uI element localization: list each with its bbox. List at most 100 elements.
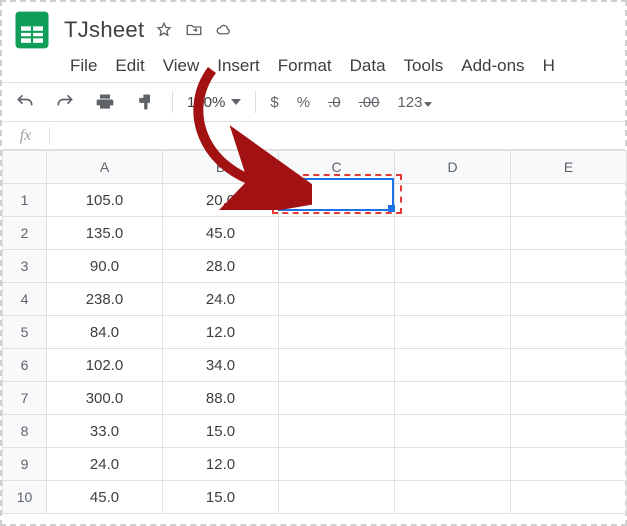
cell-E4[interactable] (511, 283, 627, 316)
column-header-row: A B C D E (3, 151, 627, 184)
zoom-selector[interactable]: 100% (187, 94, 241, 111)
increase-decimal[interactable]: .00 (359, 94, 380, 111)
select-all-corner[interactable] (3, 151, 47, 184)
app-header: TJsheet File Edit View Insert Format Dat… (2, 2, 625, 82)
cell-E7[interactable] (511, 382, 627, 415)
cell-C3[interactable] (279, 250, 395, 283)
grid-table: A B C D E 1105.020.02135.045.0390.028.04… (2, 150, 627, 514)
menu-view[interactable]: View (163, 56, 200, 76)
row-header[interactable]: 3 (3, 250, 47, 283)
col-header-C[interactable]: C (279, 151, 395, 184)
cell-A2[interactable]: 135.0 (47, 217, 163, 250)
sheets-logo-icon[interactable] (10, 8, 54, 52)
row-header[interactable]: 10 (3, 481, 47, 514)
menu-addons[interactable]: Add-ons (461, 56, 524, 76)
cell-B4[interactable]: 24.0 (163, 283, 279, 316)
cell-D8[interactable] (395, 415, 511, 448)
menu-file[interactable]: File (70, 56, 97, 76)
cell-D3[interactable] (395, 250, 511, 283)
menu-help[interactable]: H (543, 56, 555, 76)
cell-A3[interactable]: 90.0 (47, 250, 163, 283)
formula-input[interactable] (50, 122, 625, 149)
cell-A10[interactable]: 45.0 (47, 481, 163, 514)
redo-icon[interactable] (52, 89, 78, 115)
cell-D10[interactable] (395, 481, 511, 514)
cell-C9[interactable] (279, 448, 395, 481)
menu-format[interactable]: Format (278, 56, 332, 76)
cell-A8[interactable]: 33.0 (47, 415, 163, 448)
document-title[interactable]: TJsheet (64, 17, 144, 43)
spreadsheet-grid[interactable]: A B C D E 1105.020.02135.045.0390.028.04… (2, 150, 625, 514)
row-header[interactable]: 1 (3, 184, 47, 217)
row-header[interactable]: 2 (3, 217, 47, 250)
fx-icon: fx (2, 127, 50, 145)
cell-D1[interactable] (395, 184, 511, 217)
cell-E1[interactable] (511, 184, 627, 217)
cell-E2[interactable] (511, 217, 627, 250)
cell-B7[interactable]: 88.0 (163, 382, 279, 415)
cell-E6[interactable] (511, 349, 627, 382)
cell-B8[interactable]: 15.0 (163, 415, 279, 448)
menu-edit[interactable]: Edit (115, 56, 144, 76)
cell-B9[interactable]: 12.0 (163, 448, 279, 481)
decrease-decimal[interactable]: .0 (328, 94, 341, 111)
col-header-B[interactable]: B (163, 151, 279, 184)
cell-E10[interactable] (511, 481, 627, 514)
col-header-A[interactable]: A (47, 151, 163, 184)
cell-E3[interactable] (511, 250, 627, 283)
menu-data[interactable]: Data (350, 56, 386, 76)
col-header-E[interactable]: E (511, 151, 627, 184)
cell-D9[interactable] (395, 448, 511, 481)
cell-D4[interactable] (395, 283, 511, 316)
row-header[interactable]: 6 (3, 349, 47, 382)
row-header[interactable]: 7 (3, 382, 47, 415)
cell-B1[interactable]: 20.0 (163, 184, 279, 217)
star-icon[interactable] (154, 20, 174, 40)
cloud-status-icon[interactable] (214, 20, 234, 40)
print-icon[interactable] (92, 89, 118, 115)
cell-A5[interactable]: 84.0 (47, 316, 163, 349)
cell-C10[interactable] (279, 481, 395, 514)
cell-A7[interactable]: 300.0 (47, 382, 163, 415)
cell-C2[interactable] (279, 217, 395, 250)
format-currency[interactable]: $ (270, 94, 278, 111)
row-header[interactable]: 9 (3, 448, 47, 481)
number-format-menu[interactable]: 123 (397, 94, 432, 111)
cell-A6[interactable]: 102.0 (47, 349, 163, 382)
table-row: 584.012.0 (3, 316, 627, 349)
cell-A4[interactable]: 238.0 (47, 283, 163, 316)
table-row: 4238.024.0 (3, 283, 627, 316)
cell-B10[interactable]: 15.0 (163, 481, 279, 514)
cell-C1[interactable] (279, 184, 395, 217)
paint-format-icon[interactable] (132, 89, 158, 115)
cell-B5[interactable]: 12.0 (163, 316, 279, 349)
cell-C7[interactable] (279, 382, 395, 415)
row-header[interactable]: 4 (3, 283, 47, 316)
cell-B3[interactable]: 28.0 (163, 250, 279, 283)
row-header[interactable]: 5 (3, 316, 47, 349)
cell-C5[interactable] (279, 316, 395, 349)
cell-D6[interactable] (395, 349, 511, 382)
cell-C4[interactable] (279, 283, 395, 316)
cell-D5[interactable] (395, 316, 511, 349)
cell-C6[interactable] (279, 349, 395, 382)
cell-E8[interactable] (511, 415, 627, 448)
undo-icon[interactable] (12, 89, 38, 115)
menu-tools[interactable]: Tools (404, 56, 444, 76)
cell-B6[interactable]: 34.0 (163, 349, 279, 382)
menu-bar: File Edit View Insert Format Data Tools … (10, 52, 617, 82)
cell-D2[interactable] (395, 217, 511, 250)
move-folder-icon[interactable] (184, 20, 204, 40)
menu-insert[interactable]: Insert (217, 56, 260, 76)
cell-D7[interactable] (395, 382, 511, 415)
cell-E5[interactable] (511, 316, 627, 349)
cell-E9[interactable] (511, 448, 627, 481)
cell-A9[interactable]: 24.0 (47, 448, 163, 481)
row-header[interactable]: 8 (3, 415, 47, 448)
col-header-D[interactable]: D (395, 151, 511, 184)
table-row: 1045.015.0 (3, 481, 627, 514)
format-percent[interactable]: % (297, 94, 310, 111)
cell-C8[interactable] (279, 415, 395, 448)
cell-B2[interactable]: 45.0 (163, 217, 279, 250)
cell-A1[interactable]: 105.0 (47, 184, 163, 217)
